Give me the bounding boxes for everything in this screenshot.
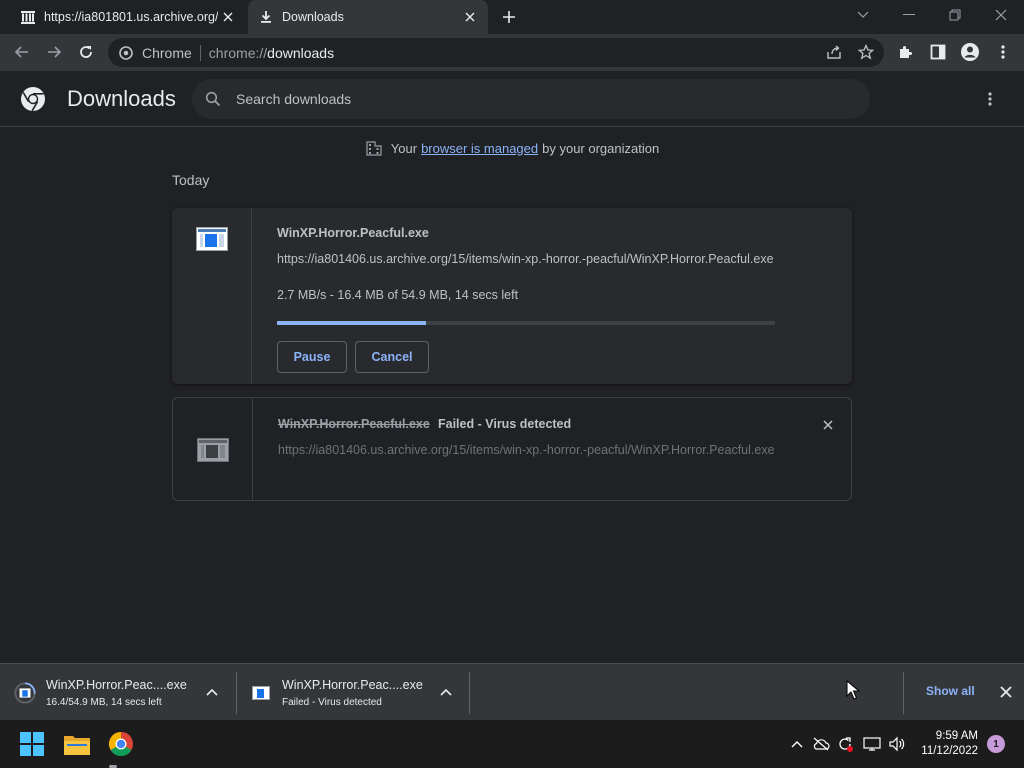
chrome-taskbar-icon[interactable] bbox=[105, 728, 137, 760]
shelf-file-name: WinXP.Horror.Peac....exe bbox=[46, 677, 187, 692]
shelf-divider bbox=[469, 672, 470, 714]
shelf-file-name: WinXP.Horror.Peac....exe bbox=[282, 677, 423, 692]
mouse-cursor-icon bbox=[846, 680, 860, 700]
tab-archive[interactable]: https://ia801801.us.archive.org/6 bbox=[10, 0, 246, 34]
new-tab-plus-icon[interactable] bbox=[498, 6, 520, 28]
download-icon bbox=[258, 9, 274, 25]
page-title: Downloads bbox=[67, 86, 176, 111]
onedrive-cloud-icon[interactable] bbox=[811, 734, 831, 754]
file-url[interactable]: https://ia801406.us.archive.org/15/items… bbox=[277, 252, 775, 266]
show-all-link[interactable]: Show all bbox=[926, 684, 975, 698]
chevron-up-icon[interactable] bbox=[202, 682, 222, 702]
exe-file-icon bbox=[250, 682, 272, 704]
more-actions-icon[interactable] bbox=[978, 87, 1002, 111]
cancel-button[interactable]: Cancel bbox=[355, 341, 429, 373]
restore-icon[interactable] bbox=[932, 0, 978, 30]
search-downloads-box[interactable] bbox=[192, 79, 870, 119]
file-name[interactable]: WinXP.Horror.Peacful.exe bbox=[277, 226, 429, 240]
network-icon[interactable] bbox=[862, 734, 882, 754]
windows-start-icon[interactable] bbox=[16, 728, 48, 760]
managed-notice: Your browser is managed by your organiza… bbox=[0, 139, 1024, 157]
remove-item-close-icon[interactable] bbox=[818, 415, 838, 435]
pause-button[interactable]: Pause bbox=[277, 341, 347, 373]
chevron-up-icon[interactable] bbox=[436, 682, 456, 702]
building-icon bbox=[365, 139, 383, 157]
download-shelf: WinXP.Horror.Peac....exe 16.4/54.9 MB, 1… bbox=[0, 663, 1024, 720]
shelf-item-in-progress[interactable]: WinXP.Horror.Peac....exe 16.4/54.9 MB, 1… bbox=[14, 664, 236, 721]
tab-search-chevron-icon[interactable] bbox=[840, 0, 886, 30]
shelf-file-status: 16.4/54.9 MB, 14 secs left bbox=[46, 696, 162, 708]
bookmark-star-icon[interactable] bbox=[854, 40, 878, 64]
volume-icon[interactable] bbox=[887, 734, 907, 754]
back-arrow-icon[interactable] bbox=[8, 38, 36, 66]
tab-title: https://ia801801.us.archive.org/6 bbox=[44, 10, 218, 24]
tab-strip: https://ia801801.us.archive.org/6 Downlo… bbox=[0, 0, 1024, 34]
search-input[interactable] bbox=[236, 91, 836, 107]
close-shelf-icon[interactable] bbox=[996, 682, 1016, 702]
download-item-failed: WinXP.Horror.Peacful.exe Failed - Virus … bbox=[172, 397, 852, 501]
failed-status: Failed - Virus detected bbox=[438, 417, 572, 431]
managed-suffix: by your organization bbox=[542, 140, 660, 156]
omnibox-chip: Chrome bbox=[142, 44, 192, 61]
url-host: downloads bbox=[267, 44, 335, 61]
profile-avatar-icon[interactable] bbox=[957, 39, 983, 65]
windows-taskbar: 9:59 AM 11/12/2022 1 bbox=[0, 720, 1024, 768]
minimize-icon[interactable] bbox=[886, 0, 932, 30]
file-url[interactable]: https://ia801406.us.archive.org/15/items… bbox=[278, 443, 776, 457]
notification-badge[interactable]: 1 bbox=[987, 735, 1005, 753]
share-icon[interactable] bbox=[822, 40, 846, 64]
download-status: 2.7 MB/s - 16.4 MB of 54.9 MB, 14 secs l… bbox=[277, 288, 519, 302]
shelf-divider bbox=[236, 672, 237, 714]
search-icon bbox=[204, 90, 222, 108]
chrome-site-icon bbox=[118, 45, 134, 61]
tab-close-icon[interactable] bbox=[460, 7, 480, 27]
exe-file-icon bbox=[196, 227, 228, 251]
browser-menu-icon[interactable] bbox=[990, 39, 1016, 65]
downloads-header: Downloads bbox=[0, 71, 1024, 127]
browser-toolbar: Chrome chrome:// downloads bbox=[0, 34, 1024, 71]
exe-file-icon-disabled bbox=[197, 438, 229, 462]
address-bar[interactable]: Chrome chrome:// downloads bbox=[108, 38, 884, 67]
download-progress-ring-icon bbox=[14, 681, 36, 704]
close-window-icon[interactable] bbox=[978, 0, 1024, 30]
tab-downloads[interactable]: Downloads bbox=[248, 0, 488, 34]
chrome-logo-icon bbox=[21, 87, 45, 112]
extensions-puzzle-icon[interactable] bbox=[893, 39, 919, 65]
url-scheme: chrome:// bbox=[208, 44, 268, 61]
clock-date: 11/12/2022 bbox=[921, 745, 978, 757]
download-progress-bar bbox=[277, 321, 775, 325]
shelf-divider bbox=[903, 672, 904, 714]
shelf-item-failed[interactable]: WinXP.Horror.Peac....exe Failed - Virus … bbox=[250, 664, 468, 721]
side-panel-icon[interactable] bbox=[925, 39, 951, 65]
progress-fill bbox=[277, 321, 426, 325]
clock-time: 9:59 AM bbox=[935, 730, 978, 742]
browser-managed-link[interactable]: browser is managed bbox=[421, 141, 538, 156]
download-item-in-progress: WinXP.Horror.Peacful.exe https://ia80140… bbox=[172, 208, 852, 384]
tray-chevron-up-icon[interactable] bbox=[787, 734, 807, 754]
sync-error-icon[interactable] bbox=[835, 734, 855, 754]
archive-icon bbox=[20, 9, 36, 25]
forward-arrow-icon[interactable] bbox=[40, 38, 68, 66]
file-icon-column bbox=[172, 208, 252, 384]
omnibox-separator bbox=[199, 44, 201, 61]
file-explorer-icon[interactable] bbox=[61, 728, 93, 760]
managed-prefix: Your bbox=[390, 140, 418, 156]
file-name: WinXP.Horror.Peacful.exe bbox=[278, 417, 430, 431]
shelf-file-status: Failed - Virus detected bbox=[282, 696, 382, 708]
taskbar-clock[interactable]: 9:59 AM 11/12/2022 bbox=[912, 729, 978, 759]
reload-icon[interactable] bbox=[72, 38, 100, 66]
file-icon-column bbox=[173, 398, 253, 500]
date-section-title: Today bbox=[172, 172, 210, 188]
tab-title: Downloads bbox=[282, 10, 344, 24]
tab-close-icon[interactable] bbox=[218, 7, 238, 27]
